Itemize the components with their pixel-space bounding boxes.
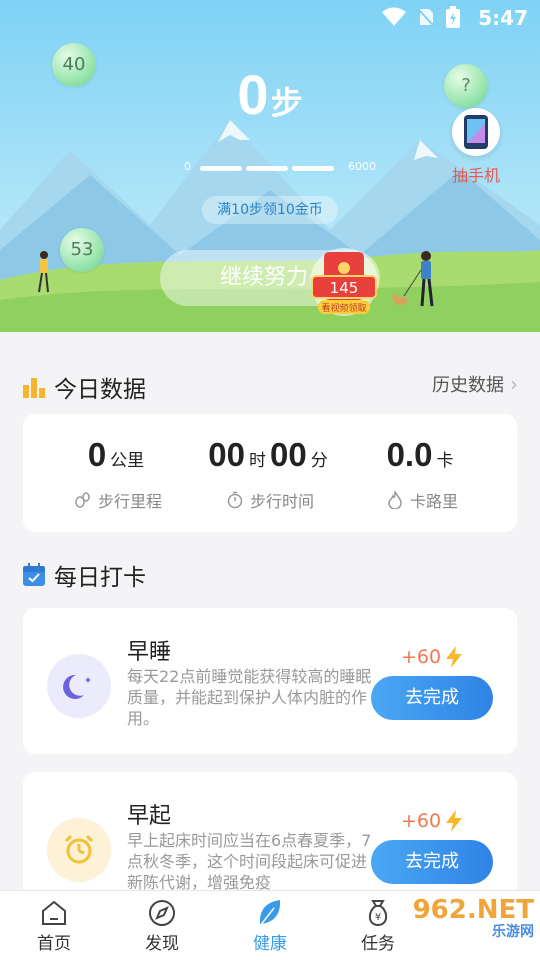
complete-task-button[interactable]: 去完成 bbox=[371, 676, 493, 720]
reward-value: +60 bbox=[401, 646, 442, 668]
redpack-caption: 看视频领取 bbox=[321, 304, 367, 314]
today-stats-card: 0 公里 步行里程 00 时 00 分 步行时间 0.0 卡 卡路里 bbox=[23, 414, 517, 532]
calories-value: 0.0 bbox=[386, 436, 433, 473]
tab-label: 任务 bbox=[361, 934, 395, 954]
calories-label: 卡路里 bbox=[409, 492, 458, 511]
stopwatch-icon bbox=[227, 491, 243, 509]
prize-label[interactable]: 抽手机 bbox=[440, 162, 512, 186]
lightning-icon bbox=[446, 646, 463, 668]
minutes-unit: 分 bbox=[310, 451, 328, 471]
home-icon bbox=[42, 900, 66, 925]
moon-icon bbox=[47, 654, 111, 718]
tab-home[interactable]: 首页 bbox=[14, 897, 94, 954]
flame-icon bbox=[388, 491, 402, 509]
tab-discover[interactable]: 发现 bbox=[122, 897, 202, 954]
distance-unit: 公里 bbox=[110, 451, 145, 471]
calendar-icon bbox=[23, 563, 45, 586]
hours-unit: 时 bbox=[249, 451, 266, 471]
distance-label: 步行里程 bbox=[97, 492, 162, 511]
tab-health[interactable]: 健康 bbox=[230, 897, 310, 954]
task-card-sleep-early: 早睡 每天22点前睡觉能获得较高的睡眠质量，并能起到保护人体内脏的作用。 +60… bbox=[23, 608, 517, 754]
today-title: 今日数据 bbox=[54, 377, 146, 403]
tab-label: 首页 bbox=[37, 934, 71, 954]
metric-time: 00 时 00 分 步行时间 bbox=[195, 436, 345, 512]
progress-bar bbox=[200, 166, 334, 171]
task-description: 早上起床时间应当在6点春夏季，7点秋冬季，这个时间段起床可促进新陈代谢，增强免疫 bbox=[127, 831, 372, 892]
tab-label: 发现 bbox=[145, 934, 179, 954]
task-title: 早起 bbox=[127, 804, 172, 829]
redpack-value: 145 bbox=[329, 279, 359, 297]
wifi-icon bbox=[382, 7, 406, 26]
step-progress: 0 6000 bbox=[184, 160, 376, 176]
battery-icon bbox=[446, 6, 460, 28]
today-section-title: 今日数据 bbox=[22, 370, 146, 404]
checkin-title: 每日打卡 bbox=[54, 565, 146, 591]
bottom-tab-bar: 首页 发现 健康 ¥ 任务 962.NET 乐游网 bbox=[0, 890, 540, 960]
calories-unit: 卡 bbox=[436, 451, 454, 471]
history-label: 历史数据 bbox=[432, 375, 504, 396]
progress-max: 6000 bbox=[348, 160, 376, 173]
leaf-icon bbox=[259, 900, 281, 927]
step-count: 0 bbox=[237, 63, 269, 126]
lightning-icon bbox=[446, 810, 463, 832]
status-icons bbox=[382, 6, 460, 28]
minutes-value: 00 bbox=[270, 436, 307, 473]
task-description: 每天22点前睡觉能获得较高的睡眠质量，并能起到保护人体内脏的作用。 bbox=[127, 667, 372, 728]
site-watermark: 962.NET 乐游网 bbox=[413, 895, 534, 941]
metric-distance: 0 公里 步行里程 bbox=[43, 436, 193, 512]
red-envelope[interactable]: 145 看视频领取 bbox=[306, 246, 382, 320]
reward-hint: 满10步领10金币 bbox=[202, 196, 338, 224]
status-time: 5:47 bbox=[478, 6, 528, 30]
money-bag-icon: ¥ bbox=[368, 900, 388, 927]
alarm-clock-icon bbox=[47, 818, 111, 882]
phone-prize-icon[interactable] bbox=[452, 108, 500, 156]
no-sim-icon bbox=[417, 8, 435, 27]
bar-chart-icon bbox=[23, 378, 45, 398]
compass-icon bbox=[149, 900, 175, 926]
time-label: 步行时间 bbox=[249, 492, 314, 511]
checkin-section-title: 每日打卡 bbox=[22, 558, 146, 592]
complete-task-button[interactable]: 去完成 bbox=[371, 840, 493, 884]
tab-tasks[interactable]: ¥ 任务 bbox=[338, 897, 418, 954]
reward-value: +60 bbox=[401, 810, 442, 832]
task-reward: +60 bbox=[401, 646, 463, 668]
metric-calories: 0.0 卡 卡路里 bbox=[347, 436, 497, 512]
step-unit: 步 bbox=[270, 84, 303, 122]
svg-text:¥: ¥ bbox=[375, 912, 381, 923]
task-title: 早睡 bbox=[127, 640, 172, 665]
footprint-icon bbox=[75, 492, 90, 508]
coin-bubble[interactable]: 53 bbox=[60, 228, 104, 272]
status-bar: 5:47 bbox=[0, 0, 540, 36]
chevron-right-icon: › bbox=[510, 372, 518, 396]
history-link[interactable]: 历史数据 › bbox=[432, 371, 518, 397]
distance-value: 0 bbox=[87, 436, 107, 473]
progress-min: 0 bbox=[184, 160, 191, 173]
hours-value: 00 bbox=[208, 436, 245, 473]
tab-label: 健康 bbox=[253, 934, 287, 954]
task-reward: +60 bbox=[401, 810, 463, 832]
hero-panel: 5:47 40 53 ? 0步 0 6000 满10步领10金币 抽手机 继续努… bbox=[0, 0, 540, 332]
